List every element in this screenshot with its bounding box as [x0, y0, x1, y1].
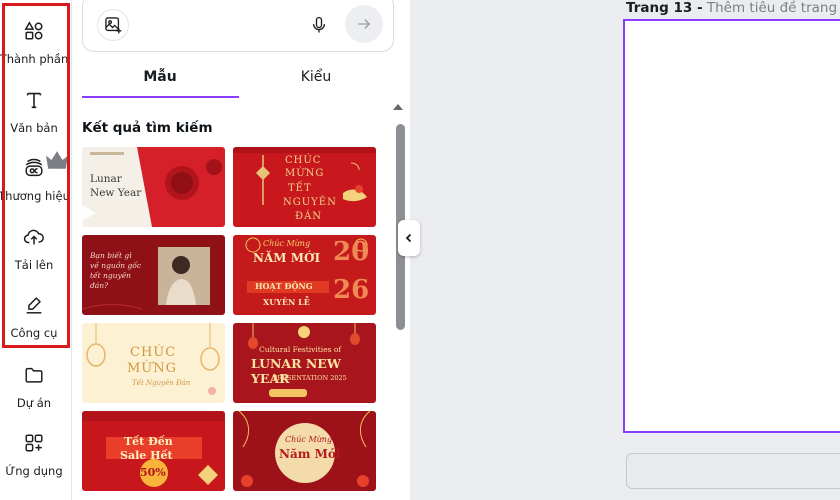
active-tab-indicator	[82, 96, 239, 98]
template-card[interactable]: CHÚC MỪNG Tết Nguyên Đán	[82, 323, 225, 403]
template-title: Sale Hết	[120, 449, 173, 462]
left-rail: Thành phần Văn bản Thương hiệu Tải lên C…	[0, 0, 72, 500]
design-canvas[interactable]	[623, 19, 840, 433]
results-heading: Kết quả tìm kiếm	[82, 120, 213, 136]
chevron-left-icon	[405, 233, 412, 243]
rail-item-label: Tải lên	[14, 258, 54, 272]
template-card[interactable]: Chúc Mừng NĂM MỚI HOẠT ĐỘNG XUYÊN LỄ 20 …	[233, 235, 376, 315]
template-title: 50%	[140, 466, 166, 479]
template-title: Chúc Mừng	[285, 435, 333, 444]
template-title: HOẠT ĐỘNG	[255, 281, 313, 291]
template-title: Lunar	[90, 173, 122, 185]
magic-search-box[interactable]	[82, 0, 394, 52]
template-card[interactable]: Chúc Mừng Năm Mới	[233, 411, 376, 491]
rail-item-apps[interactable]: Ứng dụng	[0, 432, 68, 496]
rail-item-brand[interactable]: Thương hiệu	[0, 151, 70, 221]
tab-styles[interactable]: Kiểu	[238, 62, 394, 98]
submit-button[interactable]	[345, 5, 383, 43]
text-icon	[26, 92, 42, 109]
template-title: NĂM MỚI	[253, 251, 321, 265]
tab-templates[interactable]: Mẫu	[82, 62, 238, 98]
template-title: 26	[333, 275, 370, 305]
rail-item-tools[interactable]: Công cụ	[0, 294, 68, 358]
brand-icon	[25, 158, 43, 177]
voice-button[interactable]	[303, 9, 335, 41]
rail-item-projects[interactable]: Dự án	[0, 364, 68, 428]
template-title: Chúc Mừng	[263, 239, 311, 248]
rail-item-label: Dự án	[16, 396, 52, 410]
rail-item-elements[interactable]: Thành phần	[0, 20, 68, 84]
rail-item-label: Văn bản	[10, 121, 58, 135]
add-image-icon	[105, 17, 122, 34]
collapse-panel-button[interactable]	[398, 220, 420, 256]
template-title: Cultural Festivities of	[259, 345, 342, 354]
template-title: NGUYÊN	[283, 197, 337, 208]
tools-icon	[26, 297, 42, 314]
template-title: đán?	[90, 281, 109, 290]
add-page-button[interactable]	[626, 453, 840, 489]
apps-icon	[25, 434, 43, 452]
rail-item-label: Thương hiệu	[0, 189, 70, 203]
template-title: MỪNG	[127, 361, 178, 376]
scroll-up-arrow[interactable]	[393, 104, 403, 110]
template-title: tết nguyên	[90, 271, 131, 280]
panel-tabs: Mẫu Kiểu	[82, 62, 394, 98]
rail-item-text[interactable]: Văn bản	[0, 89, 68, 153]
page-title-placeholder[interactable]: Thêm tiêu đề trang	[707, 0, 837, 16]
template-title: TẾT	[288, 183, 312, 194]
template-title: MỪNG	[285, 168, 325, 179]
folder-icon	[25, 367, 43, 383]
template-title: Tết Nguyên Đán	[132, 379, 191, 387]
template-card[interactable]: Lunar New Year	[82, 147, 225, 227]
template-title: 20	[333, 237, 370, 267]
rail-item-upload[interactable]: Tải lên	[0, 226, 68, 290]
image-upload-button[interactable]	[97, 9, 129, 41]
template-card[interactable]: Tết Đến Sale Hết 50%	[82, 411, 225, 491]
template-title: XUYÊN LỄ	[263, 297, 310, 307]
upload-icon	[23, 229, 44, 245]
microphone-icon	[312, 16, 326, 33]
template-card[interactable]: Bạn biết gì về nguồn gốc tết nguyên đán?	[82, 235, 225, 315]
templates-panel: Mẫu Kiểu Kết quả tìm kiếm Lunar New Year	[72, 0, 410, 500]
crown-icon	[46, 151, 68, 169]
template-title: ĐÁN	[295, 211, 323, 222]
template-card[interactable]: CHÚC MỪNG TẾT NGUYÊN ĐÁN	[233, 147, 376, 227]
arrow-right-icon	[358, 19, 371, 29]
page-number-label: Trang 13 -	[626, 0, 703, 16]
template-title: Bạn biết gì	[90, 251, 132, 260]
rail-item-label: Công cụ	[10, 326, 58, 340]
template-title: CHÚC	[285, 155, 322, 166]
rail-item-label: Ứng dụng	[5, 464, 63, 478]
template-card[interactable]: Cultural Festivities of LUNAR NEW YEAR P…	[233, 323, 376, 403]
template-title: Tết Đến	[124, 435, 173, 448]
template-title: New Year	[90, 187, 142, 199]
template-title: Năm Mới	[279, 447, 341, 461]
template-title: về nguồn gốc	[90, 261, 142, 270]
template-title: PRESENTATION 2025	[273, 374, 347, 382]
template-title: CHÚC	[130, 345, 177, 360]
page-title[interactable]: Trang 13 - Thêm tiêu đề trang	[626, 0, 837, 16]
elements-icon	[24, 21, 43, 40]
rail-item-label: Thành phần	[0, 52, 69, 66]
